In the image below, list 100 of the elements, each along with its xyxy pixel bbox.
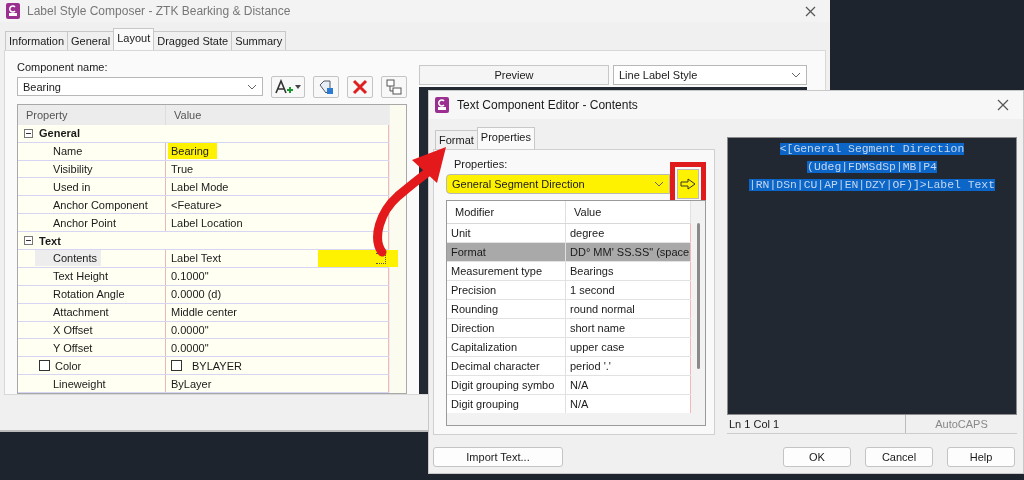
table-row[interactable]: Digit grouping symbo N/A	[447, 376, 691, 395]
table-cell: upper case	[570, 341, 625, 353]
property-value: Label Location	[171, 216, 243, 229]
component-dropdown[interactable]: Bearing	[17, 77, 263, 97]
tab[interactable]: Properties	[476, 127, 535, 149]
scrollbar[interactable]	[389, 104, 406, 393]
table-cell: Capitalization	[451, 341, 518, 353]
table-cell: period '.'	[570, 360, 611, 372]
property-value: BYLAYER	[192, 359, 242, 372]
group-label: Text	[39, 234, 61, 247]
table-row[interactable]: Decimal character period '.'	[447, 357, 691, 376]
delete-icon	[351, 78, 368, 95]
close-icon[interactable]	[997, 99, 1009, 111]
property-name[interactable]: Used in	[35, 178, 165, 195]
table-row[interactable]: Precision 1 second	[447, 281, 691, 300]
dialog-button[interactable]: Cancel	[865, 447, 933, 467]
checkbox[interactable]	[39, 360, 50, 372]
table-cell: Digit grouping	[451, 398, 519, 410]
collapse-icon[interactable]	[24, 128, 33, 138]
dialog-button[interactable]: OK	[783, 447, 851, 467]
field-label: Component name:	[17, 61, 109, 75]
property-name[interactable]: Y Offset	[35, 339, 165, 356]
table-row[interactable]: Direction short name	[447, 319, 691, 338]
add-text-button[interactable]	[271, 75, 305, 98]
table-cell: Direction	[451, 322, 495, 334]
tab[interactable]: Layout	[113, 28, 155, 50]
dialog-button[interactable]: Help	[947, 447, 1015, 467]
property-value: 0.1000"	[171, 270, 209, 283]
editor-text: |RN|DSn|CU|AP|EN|DZY|OF)]>Label Text	[748, 179, 996, 191]
table-row[interactable]: Digit grouping N/A	[447, 395, 691, 413]
property-name[interactable]: Rotation Angle	[35, 286, 165, 303]
column-header[interactable]: Modifier	[447, 201, 566, 223]
property-value: 0.0000 (d)	[171, 288, 222, 301]
copy-button[interactable]	[312, 75, 339, 98]
preview-button[interactable]: Preview	[419, 65, 609, 85]
field-label: Properties:	[453, 158, 509, 172]
property-value: <Feature>	[171, 198, 222, 211]
editor-text: (Udeg|FDMSdSp|MB|P4	[807, 161, 937, 173]
table-cell: Digit grouping symbo	[451, 379, 555, 391]
status-text: Ln 1 Col 1	[727, 415, 906, 433]
table-cell: short name	[570, 322, 626, 334]
import-button[interactable]: Import Text...	[433, 447, 563, 467]
tab[interactable]: Dragged State	[153, 31, 233, 50]
layout-button[interactable]	[380, 75, 407, 98]
column-header[interactable]: Value	[166, 104, 389, 125]
window-title: Label Style Composer - ZTK Bearking & Distance	[27, 4, 291, 18]
property-name[interactable]: Contents	[35, 250, 102, 267]
table-cell: 1 second	[570, 284, 615, 296]
table-cell: DD° MM' SS.SS" (space	[570, 246, 690, 258]
property-name[interactable]: Anchor Point	[35, 214, 165, 231]
tab[interactable]: Format	[435, 130, 478, 149]
add-text-icon	[273, 78, 302, 95]
app-icon	[435, 97, 449, 113]
color-swatch[interactable]	[171, 360, 182, 372]
property-name[interactable]: Color	[35, 357, 165, 374]
property-name[interactable]: Name	[35, 143, 165, 160]
caret-icon	[791, 72, 801, 78]
tab[interactable]: Information	[5, 31, 69, 50]
property-value: Label Mode	[171, 180, 229, 193]
caret-icon	[247, 83, 257, 90]
property-name[interactable]: Lineweight	[35, 375, 165, 392]
group-label: General	[39, 127, 80, 140]
table-cell: round normal	[570, 303, 635, 315]
property-value: True	[171, 162, 194, 175]
status-text: AutoCAPS	[934, 417, 989, 432]
table-cell: Format	[451, 246, 486, 258]
table-cell: Unit	[451, 227, 471, 239]
delete-button[interactable]	[346, 75, 373, 98]
table-row[interactable]: Rounding round normal	[447, 300, 691, 319]
tab[interactable]: Summary	[231, 31, 287, 50]
scrollbar-thumb[interactable]	[696, 223, 700, 369]
table-row[interactable]: Format DD° MM' SS.SS" (space	[447, 243, 691, 262]
property-value: 0.0000"	[171, 341, 209, 354]
style-dropdown[interactable]: Line Label Style	[613, 65, 807, 85]
property-value: Bearing	[168, 143, 217, 160]
table-row[interactable]: Unit degree	[447, 224, 691, 243]
property-dropdown[interactable]: General Segment Direction	[446, 174, 670, 194]
collapse-icon[interactable]	[24, 236, 33, 245]
property-name[interactable]: Visibility	[35, 160, 165, 177]
property-name[interactable]: Text Height	[35, 268, 165, 285]
table-cell: Measurement type	[451, 265, 543, 277]
table-row[interactable]: Measurement type Bearings	[447, 262, 691, 281]
close-icon[interactable]	[805, 5, 816, 17]
table-cell: degree	[570, 227, 605, 239]
property-value: ByLayer	[171, 377, 212, 390]
table-cell: Bearings	[570, 265, 614, 277]
table-row[interactable]: Capitalization upper case	[447, 338, 691, 357]
column-header[interactable]: Property	[18, 104, 166, 125]
insert-button[interactable]	[677, 169, 699, 199]
app-icon	[6, 3, 20, 19]
text-editor[interactable]: <[General Segment Direction (Udeg|FDMSdSp|MB|P4 |RN|DSn|CU|AP|EN|DZY|OF)]>Label Text	[727, 137, 1017, 415]
table-cell: N/A	[570, 398, 589, 410]
property-name[interactable]: Attachment	[35, 304, 165, 321]
column-header[interactable]: Value	[566, 201, 691, 223]
tag-icon	[317, 78, 334, 95]
property-value: Middle center	[171, 306, 238, 319]
layout-icon	[385, 78, 402, 95]
property-name[interactable]: X Offset	[35, 321, 165, 338]
property-name[interactable]: Anchor Component	[35, 196, 165, 213]
window-title: Text Component Editor - Contents	[457, 98, 638, 112]
